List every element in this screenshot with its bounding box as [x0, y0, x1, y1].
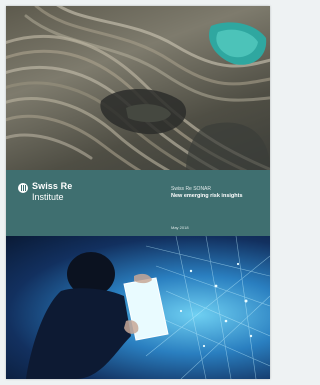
- report-title: New emerging risk insights: [171, 193, 243, 199]
- brand-subname: Institute: [32, 192, 64, 202]
- swiss-re-logo-icon: [18, 183, 28, 193]
- brand-name: Swiss Re: [32, 181, 73, 191]
- title-band: [6, 170, 270, 236]
- digital-network-photo: [6, 236, 270, 379]
- mine-photo: [6, 6, 270, 170]
- report-cover: Swiss Re Institute Swiss Re SONAR New em…: [6, 6, 270, 379]
- report-date: May 2018: [171, 225, 189, 230]
- report-series: Swiss Re SONAR: [171, 186, 212, 192]
